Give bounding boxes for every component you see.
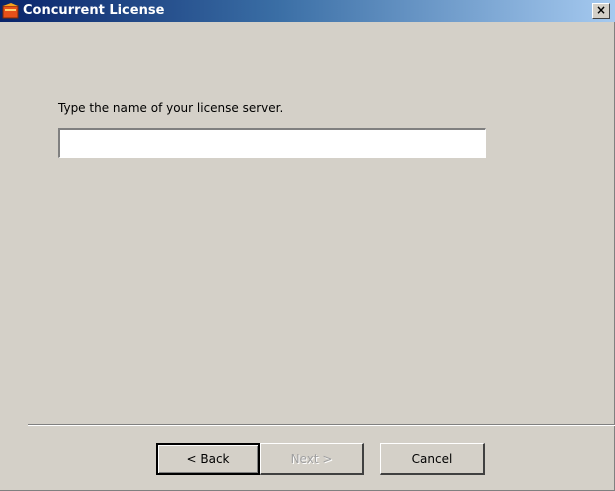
window-title: Concurrent License: [23, 3, 165, 18]
license-dialog: Concurrent License × Type the name of yo…: [0, 0, 615, 491]
next-button: Next >: [260, 443, 364, 475]
close-icon[interactable]: ×: [592, 3, 610, 19]
license-server-input[interactable]: [58, 128, 486, 158]
button-separator: [28, 424, 615, 426]
cancel-button[interactable]: Cancel: [380, 443, 485, 475]
app-icon: [2, 3, 19, 19]
back-button[interactable]: < Back: [156, 443, 260, 475]
server-prompt-label: Type the name of your license server.: [58, 101, 284, 115]
title-bar[interactable]: Concurrent License ×: [0, 0, 615, 22]
